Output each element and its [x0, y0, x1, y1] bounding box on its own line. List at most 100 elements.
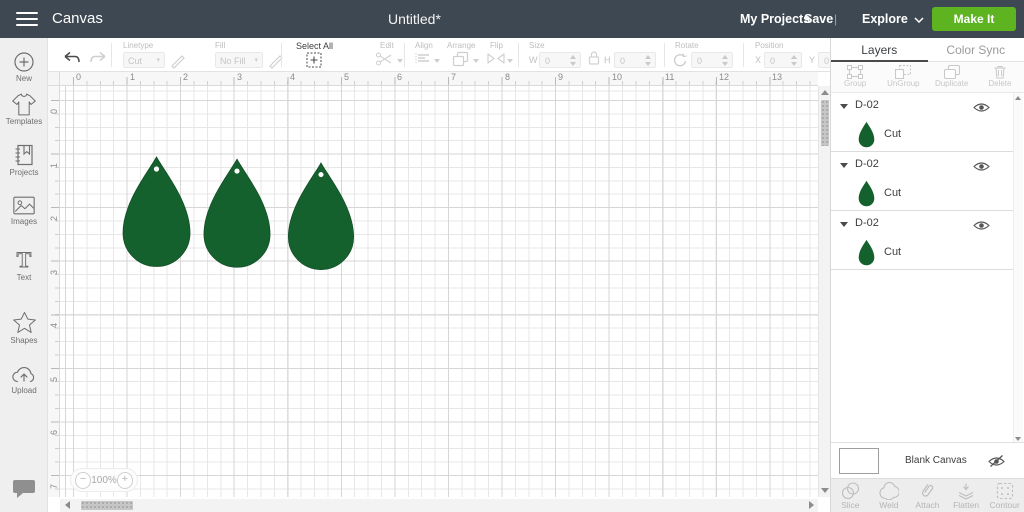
vertical-scroll-thumb[interactable] — [821, 100, 829, 146]
arrange-label: Arrange — [447, 41, 476, 50]
collapse-caret-icon[interactable] — [840, 222, 848, 227]
chat-bubble-icon — [0, 478, 48, 500]
attach-button[interactable]: Attach — [908, 479, 947, 512]
ungroup-button[interactable]: UnGroup — [879, 62, 927, 92]
duplicate-icon — [928, 65, 976, 79]
teardrop-shape-2[interactable] — [201, 157, 273, 269]
fill-swatch-icon[interactable] — [267, 51, 285, 74]
design-canvas[interactable]: − 100% + — [60, 86, 818, 497]
sidebar-item-images[interactable]: Images — [0, 195, 48, 226]
duplicate-button[interactable]: Duplicate — [928, 62, 976, 92]
delete-button[interactable]: Delete — [976, 62, 1024, 92]
tab-color-sync[interactable]: Color Sync — [928, 38, 1024, 61]
arrange-icon[interactable] — [452, 51, 469, 72]
zoom-out-button[interactable]: − — [75, 471, 92, 489]
redo-icon[interactable] — [88, 51, 108, 70]
my-projects-link[interactable]: My Projects — [740, 0, 810, 38]
document-title[interactable]: Untitled* — [388, 0, 441, 38]
linetype-label: Linetype — [123, 41, 154, 50]
topbar-divider: | — [834, 12, 838, 26]
arrange-dropdown-caret[interactable] — [473, 59, 479, 63]
vertical-ruler: 01234567 — [48, 86, 60, 497]
ungroup-icon — [879, 65, 927, 79]
linetype-swatch-icon[interactable] — [169, 51, 187, 74]
edit-toolbar: Linetype Cut ▾ Fill No Fill ▾ Select All E… — [48, 38, 856, 74]
visibility-eye-icon[interactable] — [973, 159, 990, 177]
scroll-right-arrow[interactable] — [809, 501, 814, 509]
edit-scissors-icon[interactable] — [375, 51, 393, 72]
layer-row[interactable]: Cut — [831, 237, 1014, 270]
layer-row[interactable]: Cut — [831, 119, 1014, 152]
tshirt-icon — [0, 93, 48, 116]
explore-menu[interactable]: Explore — [862, 0, 924, 38]
collapse-caret-icon[interactable] — [840, 104, 848, 109]
flip-icon[interactable] — [486, 51, 506, 71]
lock-aspect-icon[interactable] — [587, 50, 601, 71]
select-all-icon[interactable] — [306, 52, 322, 73]
sidebar-item-upload[interactable]: Upload — [0, 365, 48, 395]
canvas-color-swatch[interactable] — [839, 448, 879, 474]
rotate-input[interactable]: 0 — [691, 52, 733, 68]
visibility-eye-off-icon[interactable] — [987, 454, 1006, 473]
undo-icon[interactable] — [62, 51, 82, 70]
layer-row[interactable]: Cut — [831, 178, 1014, 211]
layers-scroll-up-arrow[interactable] — [1015, 96, 1021, 100]
make-it-button[interactable]: Make It — [932, 7, 1016, 31]
layers-scrollbar[interactable] — [1013, 93, 1023, 444]
visibility-eye-icon[interactable] — [973, 218, 990, 236]
align-icon[interactable] — [415, 51, 431, 70]
flip-dropdown-caret[interactable] — [507, 59, 513, 63]
horizontal-scroll-thumb[interactable] — [81, 501, 133, 510]
scroll-up-arrow[interactable] — [821, 90, 829, 95]
layer-group-header[interactable]: D-02 — [831, 93, 1014, 119]
blank-canvas-row[interactable]: Blank Canvas — [831, 442, 1024, 478]
linetype-select[interactable]: Cut ▾ — [123, 52, 165, 68]
left-sidebar: New Templates Projects Images T Text Sha… — [0, 38, 48, 512]
canvas-horizontal-scrollbar[interactable] — [60, 499, 818, 512]
teardrop-shape-3[interactable] — [285, 161, 357, 271]
sidebar-item-new[interactable]: New — [0, 51, 48, 83]
canvas-vertical-scrollbar[interactable] — [818, 86, 830, 497]
select-all-label: Select All — [296, 41, 334, 51]
size-label: Size — [529, 41, 545, 50]
group-button[interactable]: Group — [831, 62, 879, 92]
layer-group-header[interactable]: D-02 — [831, 152, 1014, 178]
hamburger-menu-icon[interactable] — [16, 12, 38, 26]
visibility-eye-icon[interactable] — [973, 100, 990, 118]
blank-canvas-label: Blank Canvas — [905, 455, 967, 466]
weld-button[interactable]: Weld — [870, 479, 909, 512]
sidebar-item-shapes[interactable]: Shapes — [0, 310, 48, 345]
x-input[interactable]: 0 — [764, 52, 802, 68]
flatten-button[interactable]: Flatten — [947, 479, 986, 512]
feedback-button[interactable] — [0, 478, 48, 500]
edit-dropdown-caret[interactable] — [397, 59, 403, 63]
zoom-in-button[interactable]: + — [116, 471, 133, 489]
fill-select[interactable]: No Fill ▾ — [215, 52, 263, 68]
scroll-left-arrow[interactable] — [65, 501, 70, 509]
svg-text:T: T — [17, 248, 32, 272]
layer-group-header[interactable]: D-02 — [831, 211, 1014, 237]
scroll-down-arrow[interactable] — [821, 488, 829, 493]
collapse-caret-icon[interactable] — [840, 163, 848, 168]
slice-button[interactable]: Slice — [831, 479, 870, 512]
ruler-corner — [48, 72, 60, 86]
teardrop-shape-1[interactable] — [120, 155, 193, 268]
sidebar-item-templates[interactable]: Templates — [0, 93, 48, 126]
width-input[interactable]: 0 — [539, 52, 581, 68]
width-label: W — [529, 55, 538, 65]
tab-layers[interactable]: Layers — [831, 38, 928, 62]
layers-scroll-down-arrow[interactable] — [1015, 437, 1021, 441]
y-label: Y — [809, 55, 816, 65]
sidebar-item-projects[interactable]: Projects — [0, 143, 48, 177]
save-link[interactable]: Save — [804, 0, 833, 38]
x-label: X — [755, 55, 762, 65]
height-input[interactable]: 0 — [614, 52, 656, 68]
contour-button[interactable]: Contour — [985, 479, 1024, 512]
horizontal-ruler: 0 1 2 3 4 5 6 7 8 9 10 11 12 13 — [60, 72, 818, 86]
align-dropdown-caret[interactable] — [434, 59, 440, 63]
rotate-icon[interactable] — [673, 53, 688, 73]
sidebar-item-text[interactable]: T Text — [0, 248, 48, 282]
zoom-level: 100% — [91, 474, 117, 486]
layers-list: D-02 Cut D-02 Cut D-02 Cut — [831, 93, 1014, 270]
layer-thumbnail — [858, 239, 875, 271]
